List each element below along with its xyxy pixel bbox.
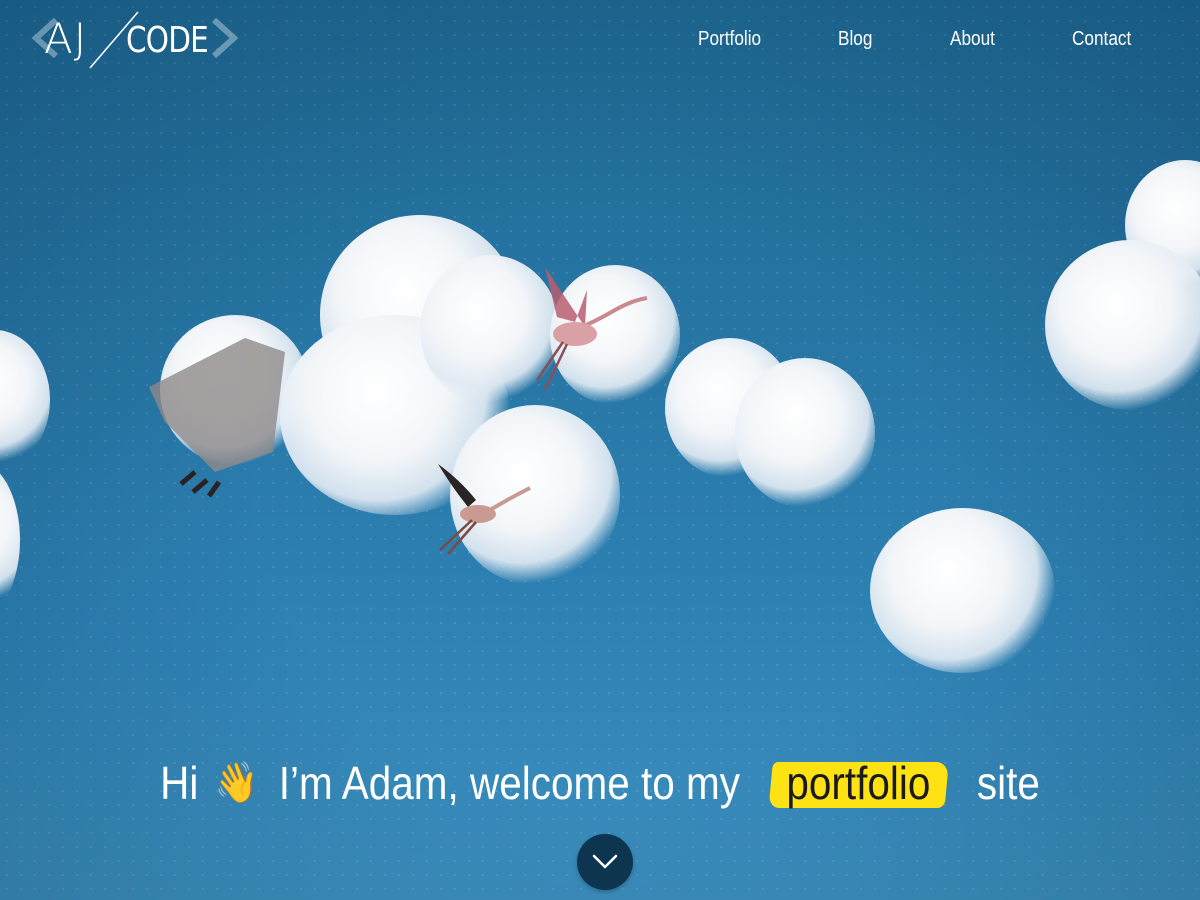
chevron-down-icon — [592, 854, 618, 869]
main-navigation: Portfolio Blog About Contact — [640, 28, 1200, 58]
bird-left-icon — [149, 338, 285, 498]
nav-link-blog[interactable]: Blog — [838, 28, 872, 51]
cloud-left-edge — [0, 330, 60, 630]
waving-hand-icon: 👋 — [214, 761, 259, 806]
nav-link-portfolio[interactable]: Portfolio — [698, 28, 761, 51]
hero-greeting: Hi — [160, 756, 199, 809]
flamingo-upper-icon — [535, 267, 648, 391]
site-logo[interactable]: AJ CODE — [30, 8, 240, 74]
hero-headline: Hi 👋 I’m Adam, welcome to my portfolio s… — [72, 752, 1128, 810]
flamingo-lower-icon — [438, 464, 531, 555]
hero-intro: I’m Adam, welcome to my — [278, 756, 740, 809]
logo-text-right: CODE — [126, 20, 209, 61]
hero-suffix: site — [976, 756, 1040, 809]
logo-text-left: AJ — [44, 14, 88, 63]
nav-link-about[interactable]: About — [950, 28, 995, 51]
scroll-down-button[interactable] — [577, 834, 633, 890]
cloud-far-right — [1045, 160, 1200, 420]
cloud-lower-right — [870, 508, 1055, 678]
nav-link-contact[interactable]: Contact — [1072, 28, 1131, 51]
cloud-right-mid — [665, 318, 875, 508]
hero-highlight: portfolio — [771, 756, 947, 810]
